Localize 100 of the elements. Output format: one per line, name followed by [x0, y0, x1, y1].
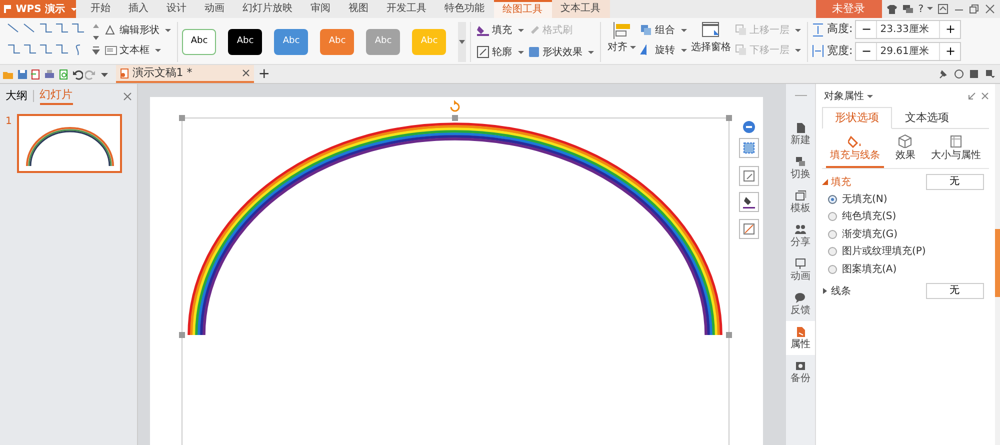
side-panel-button[interactable]: 模板 [786, 185, 815, 219]
width-icon [812, 44, 824, 58]
resize-handle[interactable] [726, 332, 732, 338]
panel-tab[interactable]: 文本选项 [892, 106, 962, 130]
screen-icon [795, 258, 806, 269]
menu-tab[interactable]: 审阅 [302, 0, 340, 18]
property-subtab[interactable]: 填充与线条 [826, 134, 884, 168]
side-panel-button[interactable]: 属性 [786, 321, 815, 355]
radio-button[interactable] [828, 247, 836, 256]
resize-handle[interactable] [452, 115, 458, 121]
side-panel-button[interactable]: 分享 [786, 219, 815, 253]
save-icon[interactable] [16, 68, 28, 80]
resize-handle[interactable] [179, 115, 185, 121]
template-icon [795, 190, 806, 201]
floating-tool-button[interactable] [739, 166, 759, 186]
more-styles-icon[interactable] [458, 22, 466, 62]
radio-button[interactable] [828, 264, 836, 274]
edit-icon [741, 168, 757, 184]
export-icon[interactable] [30, 68, 42, 80]
resize-handle[interactable] [726, 115, 732, 121]
menu-tab[interactable]: 设计 [158, 0, 196, 18]
slide-thumbnail[interactable] [17, 114, 122, 172]
ribbon-button[interactable]: 选择窗格 [688, 20, 733, 64]
style-preset-button[interactable]: Abc [182, 29, 216, 55]
shape-effects-icon [528, 46, 540, 58]
ribbon-button[interactable]: 文本框 [102, 40, 174, 60]
side-panel-button[interactable]: 新建 [786, 117, 815, 151]
ribbon-button[interactable]: 对齐 [605, 20, 638, 64]
more-shapes-icon[interactable] [92, 44, 100, 56]
collapse-ribbon-icon[interactable] [938, 4, 948, 14]
resize-handle[interactable] [179, 332, 185, 338]
restore-icon[interactable] [969, 4, 979, 14]
ribbon-button[interactable]: 编辑形状 [102, 20, 174, 40]
menu-tab[interactable]: 开发工具 [378, 0, 436, 18]
menu-tab[interactable]: 文本工具 [552, 0, 610, 18]
section-header[interactable]: 填充 [822, 174, 851, 190]
undo-icon[interactable] [72, 68, 82, 80]
chat-icon[interactable] [902, 4, 913, 14]
panel-title-menu[interactable]: 对象属性 [822, 88, 875, 104]
value-dropdown[interactable]: 无 [926, 174, 984, 190]
outline-icon [741, 221, 757, 237]
property-subtab[interactable]: 大小与属性 [927, 134, 986, 168]
ribbon-button[interactable]: 形状效果 [526, 42, 596, 62]
collapse-arrow-icon [822, 179, 828, 186]
menu-tab[interactable]: 插入 [120, 0, 158, 18]
layout-icon[interactable] [984, 69, 994, 79]
new-tab-button[interactable]: + [256, 65, 272, 83]
option-label: 渐变填充(G) [842, 228, 898, 242]
floating-tool-button[interactable] [739, 192, 759, 212]
floating-tool-button[interactable] [739, 138, 759, 158]
pin-icon[interactable] [938, 69, 948, 79]
slide-number: 1 [6, 114, 12, 128]
side-panel-button[interactable]: 动画 [786, 253, 815, 287]
menu-tab[interactable]: 幻灯片放映 [234, 0, 302, 18]
zoom-out-icon[interactable] [743, 121, 755, 133]
fill-bucket-icon [848, 134, 862, 148]
help-button[interactable]: ? [918, 1, 932, 17]
panel-tab[interactable]: 大纲 [6, 88, 28, 104]
shirt-icon[interactable] [887, 4, 898, 14]
option-label: 图案填充(A) [842, 262, 897, 276]
document-icon [120, 68, 130, 78]
radio-button[interactable] [828, 194, 836, 204]
close-icon[interactable] [984, 4, 994, 14]
property-subtab[interactable]: 效果 [891, 134, 920, 168]
menu-tab[interactable]: 特色功能 [436, 0, 494, 18]
side-panel-button[interactable]: 切换 [786, 151, 815, 185]
menu-tab[interactable]: 动画 [196, 0, 234, 18]
value-dropdown[interactable]: 无 [926, 283, 984, 300]
section-header[interactable]: 线条 [822, 283, 851, 300]
close-icon[interactable] [242, 69, 250, 77]
style-preset-button[interactable]: Abc [228, 29, 262, 55]
panel-icon[interactable] [969, 69, 979, 79]
panel-tab[interactable]: 形状选项 [822, 106, 892, 130]
rainbow-drawing[interactable] [188, 123, 722, 336]
close-icon[interactable] [122, 92, 132, 100]
option-label: 图片或纹理填充(P) [842, 244, 926, 259]
close-icon[interactable] [981, 92, 989, 100]
layer-icon [734, 44, 747, 56]
ribbon-button[interactable]: 旋转 [638, 40, 689, 60]
document-tab[interactable]: 演示文稿1 * [116, 65, 254, 83]
edit-shape-icon [104, 24, 117, 36]
field-label: 宽度: [827, 43, 853, 59]
fill-bucket-icon [477, 24, 490, 36]
ribbon-button[interactable]: 组合 [638, 20, 689, 40]
floating-tool-button[interactable] [739, 219, 759, 239]
radio-button[interactable] [828, 230, 836, 238]
size-icon [949, 134, 964, 148]
align-icon [612, 20, 632, 40]
radio-button[interactable] [828, 212, 836, 221]
print-icon[interactable] [44, 68, 55, 80]
panel-resize-handle[interactable] [995, 229, 1000, 297]
side-panel-button[interactable]: 反馈 [786, 287, 815, 321]
menu-tab[interactable]: 绘图工具 [494, 0, 552, 18]
collapse-icon[interactable] [968, 92, 976, 100]
side-panel-button[interactable]: 备份 [786, 355, 815, 389]
ribbon-button[interactable]: 轮廓 [475, 42, 526, 62]
menu-tab[interactable]: 开始 [82, 0, 120, 18]
menu-tab[interactable]: 视图 [340, 0, 378, 18]
ribbon-button[interactable]: 填充 [475, 20, 526, 40]
rotate-handle-icon[interactable] [450, 100, 460, 112]
